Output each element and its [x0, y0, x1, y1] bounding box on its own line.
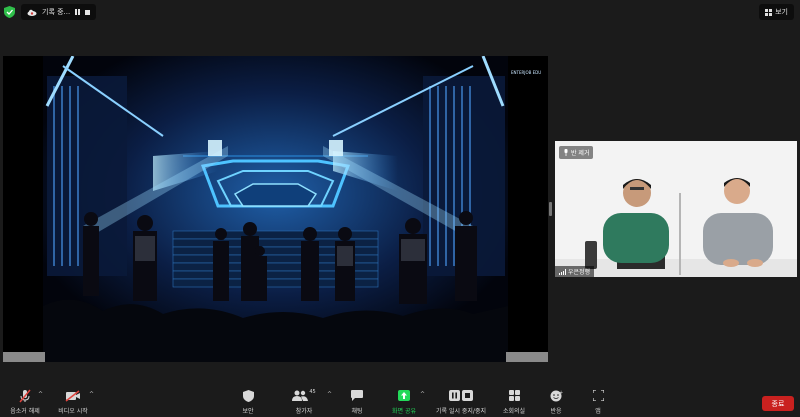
view-label: 보기 — [775, 8, 788, 16]
audio-options-caret[interactable]: ^ — [38, 391, 43, 398]
breakout-rooms-label: 소회의실 — [502, 408, 526, 415]
stop-icon — [462, 390, 473, 401]
watermark-label: ENTERJOB EDU — [511, 70, 542, 75]
participant-video-image — [555, 141, 797, 277]
svg-text:+: + — [559, 390, 563, 396]
reactions-label: 반응 — [550, 408, 562, 415]
start-video-label: 비디오 시작 — [58, 408, 88, 415]
unmute-request-chip[interactable]: 반 제거 — [559, 146, 594, 159]
participants-options-caret[interactable]: ^ — [327, 391, 332, 398]
meeting-toolbar: 음소거 해제 ^ 비디오 시작 ^ 보안 45 참가자 ^ 채팅 화면 공유 ^… — [0, 388, 800, 417]
participants-icon — [292, 390, 309, 401]
share-screen-label: 화면 공유 — [392, 408, 416, 415]
apps-label: 앱 — [595, 408, 601, 415]
split-resize-handle[interactable] — [549, 202, 552, 216]
participants-button[interactable]: 45 참가자 — [290, 388, 318, 417]
cloud-recording-icon — [27, 9, 37, 16]
apps-button[interactable]: 앱 — [589, 388, 607, 417]
apps-icon — [592, 390, 604, 401]
start-video-button[interactable]: 비디오 시작 — [54, 388, 92, 417]
recording-indicator: 기록 중... — [21, 4, 97, 20]
security-label: 보안 — [242, 408, 254, 415]
participant-name-label: 우은정행 — [555, 266, 595, 277]
end-meeting-button[interactable]: 종료 — [762, 396, 794, 411]
recording-controls-button[interactable]: 기록 일시 중지/중지 — [432, 388, 490, 417]
breakout-rooms-button[interactable]: 소회의실 — [500, 388, 528, 417]
top-left-controls: 기록 중... — [4, 4, 97, 20]
grid-icon — [765, 8, 773, 16]
shared-screen[interactable]: ENTERJOB EDU — [3, 56, 548, 362]
pause-icon — [449, 390, 460, 401]
chat-button[interactable]: 채팅 — [345, 388, 369, 417]
share-screen-icon — [398, 390, 410, 401]
pause-recording-icon[interactable] — [75, 9, 81, 15]
pin-icon — [564, 149, 568, 156]
video-off-icon — [65, 389, 80, 402]
reactions-icon: + — [550, 390, 563, 401]
security-shield-icon — [4, 6, 15, 18]
signal-strength-icon — [559, 268, 566, 275]
video-options-caret[interactable]: ^ — [89, 391, 94, 398]
recording-controls-label: 기록 일시 중지/중지 — [436, 408, 486, 415]
unmute-chip-label: 반 제거 — [571, 150, 590, 157]
chat-label: 채팅 — [351, 408, 363, 415]
share-options-caret[interactable]: ^ — [420, 391, 425, 398]
stop-recording-icon[interactable] — [85, 9, 91, 15]
concert-stage-image — [3, 56, 548, 362]
security-button[interactable]: 보안 — [234, 388, 262, 417]
view-button[interactable]: 보기 — [759, 4, 794, 20]
participants-count: 45 — [309, 388, 316, 395]
participant-name: 우은정행 — [568, 269, 591, 276]
breakout-rooms-icon — [508, 390, 520, 401]
recording-label: 기록 중... — [42, 8, 71, 16]
chat-icon — [351, 390, 363, 401]
shield-icon — [242, 389, 254, 402]
reactions-button[interactable]: + 반응 — [545, 388, 567, 417]
share-screen-button[interactable]: 화면 공유 — [388, 388, 420, 417]
participants-label: 참가자 — [295, 408, 313, 415]
participant-video-tile[interactable]: 반 제거 우은정행 — [555, 141, 797, 277]
unmute-label: 음소거 해제 — [10, 408, 40, 415]
muted-microphone-icon — [19, 389, 31, 402]
